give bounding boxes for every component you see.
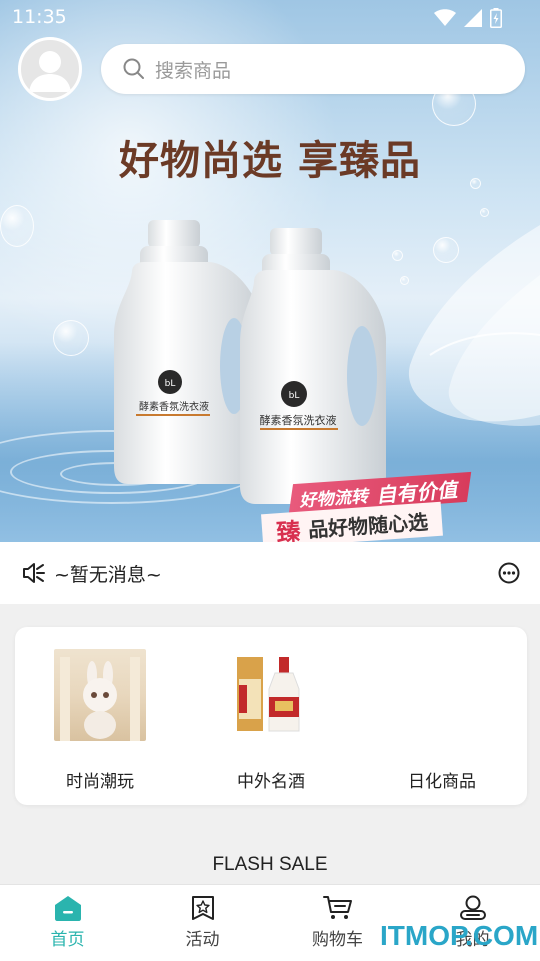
bottle-label: 酵素香氛洗衣液 [139, 400, 209, 413]
user-avatar-icon [29, 51, 71, 92]
bottle-label: 酵素香氛洗衣液 [260, 413, 337, 427]
search-input[interactable]: 搜索商品 [155, 56, 231, 83]
slogan-text: 品好物随心选 [307, 509, 429, 542]
category-item-fashion-toys[interactable]: 时尚潮玩 [40, 649, 160, 792]
watermark: ITMOP.COM [380, 920, 539, 951]
battery-icon [490, 8, 502, 28]
avatar[interactable] [18, 37, 82, 101]
user-icon [459, 895, 486, 920]
category-label: 中外名酒 [237, 772, 305, 792]
tab-label: 活动 [185, 930, 220, 950]
notice-bar[interactable]: ~暂无消息~ [0, 542, 540, 604]
star-badge-icon [191, 896, 214, 920]
tab-label: 购物车 [312, 930, 363, 950]
home-icon [54, 896, 81, 921]
wifi-icon [434, 9, 456, 26]
speaker-icon [23, 563, 45, 583]
status-time: 11:35 [12, 6, 67, 28]
tab-activities[interactable]: 活动 [135, 885, 270, 961]
tab-label: 首页 [50, 930, 85, 950]
fashion-toy-image [54, 649, 146, 741]
search-icon [123, 58, 144, 79]
daily-chemicals-image [396, 649, 488, 741]
cart-icon [322, 896, 352, 919]
svg-text:bL: bL [289, 391, 300, 401]
flash-sale-title: FLASH SALE [212, 854, 328, 875]
category-label: 日化商品 [408, 772, 476, 792]
bubble [53, 320, 89, 356]
more-icon[interactable] [498, 562, 520, 584]
category-item-liquor[interactable]: 中外名酒 [211, 649, 331, 792]
category-card: 时尚潮玩 中外名酒 日化商品 [15, 627, 527, 805]
category-label: 时尚潮玩 [66, 772, 134, 792]
slogan-initial: 臻 [275, 517, 302, 542]
liquor-image [225, 649, 317, 741]
category-item-daily-chemicals[interactable]: 日化商品 [382, 649, 502, 792]
svg-text:bL: bL [165, 379, 176, 389]
notice-text: ~暂无消息~ [54, 563, 162, 586]
status-icons [434, 8, 502, 28]
search-bar[interactable]: 搜索商品 [101, 44, 525, 94]
signal-icon [464, 9, 482, 27]
banner-headline: 好物尚选 享臻品 [119, 137, 421, 184]
bubble [0, 205, 34, 247]
detergent-bottles: bL 酵素香氛洗衣液 bL 酵素香氛洗衣液 [114, 220, 386, 504]
tab-home[interactable]: 首页 [0, 885, 135, 961]
